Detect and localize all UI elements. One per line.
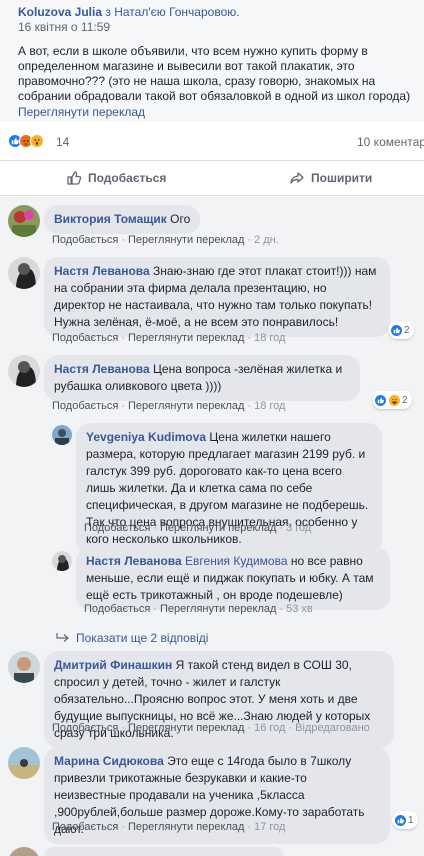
share-arrow-icon: [290, 172, 304, 184]
like-button[interactable]: Подобається: [66, 170, 166, 186]
comment-bubble: [44, 847, 284, 856]
avatar[interactable]: [8, 205, 40, 237]
wow-reaction-icon: [30, 134, 44, 148]
show-more-replies-link[interactable]: Показати ще 2 відповіді: [56, 631, 208, 645]
comment-time[interactable]: 16 год: [254, 722, 285, 734]
like-button-label: Подобається: [88, 171, 167, 185]
post-timestamp[interactable]: 16 квітня о 11:59: [18, 20, 416, 34]
comment-reaction-count: 2: [404, 324, 410, 336]
post-author-with[interactable]: з Натал'єю Гончаровою.: [102, 5, 239, 19]
reply-mention[interactable]: Евгения Кудимова: [185, 554, 287, 568]
comment-author[interactable]: Виктория Томащик: [54, 212, 167, 226]
avatar[interactable]: [8, 257, 40, 289]
comment-meta: Подобається · Переглянути переклад · 17 год: [52, 821, 286, 833]
comment-author[interactable]: Дмитрий Финашкин: [54, 658, 172, 672]
reactions-summary: 14 10 коментарів: [0, 122, 424, 160]
comment-bubble: Настя Леванова Цена вопроса -зелёная жил…: [44, 355, 360, 401]
reply-time[interactable]: 3 год: [286, 522, 311, 534]
reply-bubble: Настя Леванова Евгения Кудимова но все р…: [76, 547, 390, 610]
post-header: Koluzova Julia з Натал'єю Гончаровою. 16…: [0, 0, 424, 122]
reply-time[interactable]: 53 хв: [286, 603, 313, 615]
reply-translate-link[interactable]: Переглянути переклад: [160, 522, 276, 534]
comment-translate-link[interactable]: Переглянути переклад: [128, 332, 244, 344]
reply-translate-link[interactable]: Переглянути переклад: [160, 603, 276, 615]
comment-like-link[interactable]: Подобається: [52, 234, 118, 246]
comment-translate-link[interactable]: Переглянути переклад: [128, 400, 244, 412]
post-actions-bar: Подобається Поширити: [0, 160, 424, 196]
comment-time[interactable]: 17 год: [254, 821, 285, 833]
comment-meta: Подобається · Переглянути переклад · 18 год: [52, 400, 286, 412]
reply-arrow-icon: [56, 633, 69, 642]
share-button-label: Поширити: [311, 171, 373, 185]
avatar[interactable]: [8, 355, 40, 387]
comment-meta: Подобається · Переглянути переклад · 18 год: [52, 332, 286, 344]
avatar[interactable]: [52, 551, 72, 571]
comment-author[interactable]: Настя Леванова: [54, 362, 150, 376]
comment-meta: Подобається · Переглянути переклад · 16 год ·…: [52, 722, 370, 734]
reply-author[interactable]: Yevgeniya Kudimova: [86, 430, 206, 444]
post-translate-link[interactable]: Переглянути переклад: [18, 104, 416, 120]
comment-translate-link[interactable]: Переглянути переклад: [128, 722, 244, 734]
like-reaction-icon: [394, 813, 407, 827]
post-text: А вот, если в школе объявили, что всем н…: [18, 44, 411, 103]
share-button[interactable]: Поширити: [289, 170, 372, 186]
reaction-count[interactable]: 14: [56, 135, 69, 149]
like-reaction-icon: [374, 393, 387, 407]
haha-reaction-icon: [388, 393, 401, 407]
like-reaction-icon: [390, 323, 403, 337]
reply-author[interactable]: Настя Леванова: [86, 554, 182, 568]
comment-bubble: Настя Леванова Знаю-знаю где этот плакат…: [44, 257, 390, 337]
comment-reactions[interactable]: 2: [388, 321, 414, 339]
reply-bubble: Yevgeniya Kudimova Цена жилетки нашего р…: [76, 423, 382, 554]
comment-time[interactable]: 18 год: [254, 400, 285, 412]
comment-like-link[interactable]: Подобається: [52, 400, 118, 412]
comment-like-link[interactable]: Подобається: [52, 821, 118, 833]
thumbs-up-icon: [67, 171, 82, 185]
reaction-icons[interactable]: [8, 134, 44, 150]
comment-reactions[interactable]: 2: [372, 391, 412, 409]
comment-translate-link[interactable]: Переглянути переклад: [128, 821, 244, 833]
comment-author[interactable]: Марина Сидюкова: [54, 754, 164, 768]
comments-section: Виктория Томащик Ого Подобається · Перегля…: [0, 197, 424, 856]
avatar[interactable]: [8, 747, 40, 779]
comment-translate-link[interactable]: Переглянути переклад: [128, 234, 244, 246]
comment-reaction-count: 2: [402, 394, 408, 406]
comment-reaction-count: 1: [408, 814, 414, 826]
reply-meta: Подобається · Переглянути переклад · 53 хв: [84, 603, 313, 615]
post-author-line: Koluzova Julia з Натал'єю Гончаровою.: [18, 4, 416, 20]
comment-like-link[interactable]: Подобається: [52, 332, 118, 344]
comment-count[interactable]: 10 коментарів: [357, 135, 424, 149]
comment-reactions[interactable]: 1: [392, 811, 418, 829]
comment-time[interactable]: 18 год: [254, 332, 285, 344]
comment-bubble: Виктория Томащик Ого: [44, 205, 201, 234]
avatar[interactable]: [52, 425, 72, 445]
avatar[interactable]: [8, 847, 40, 856]
comment-author[interactable]: Настя Леванова: [54, 264, 150, 278]
edited-label[interactable]: Відредаговано: [295, 722, 370, 734]
comment-time[interactable]: 2 дн.: [254, 234, 279, 246]
reply-meta: Подобається · Переглянути переклад · 3 год: [84, 522, 312, 534]
comment-meta: Подобається · Переглянути переклад · 2 дн.: [52, 234, 279, 246]
post-author-name[interactable]: Koluzova Julia: [18, 5, 102, 19]
comment-like-link[interactable]: Подобається: [52, 722, 118, 734]
show-more-replies-label: Показати ще 2 відповіді: [76, 631, 209, 645]
reply-like-link[interactable]: Подобається: [84, 603, 150, 615]
comment-text: Ого: [170, 212, 191, 226]
reply-like-link[interactable]: Подобається: [84, 522, 150, 534]
avatar[interactable]: [8, 651, 40, 683]
